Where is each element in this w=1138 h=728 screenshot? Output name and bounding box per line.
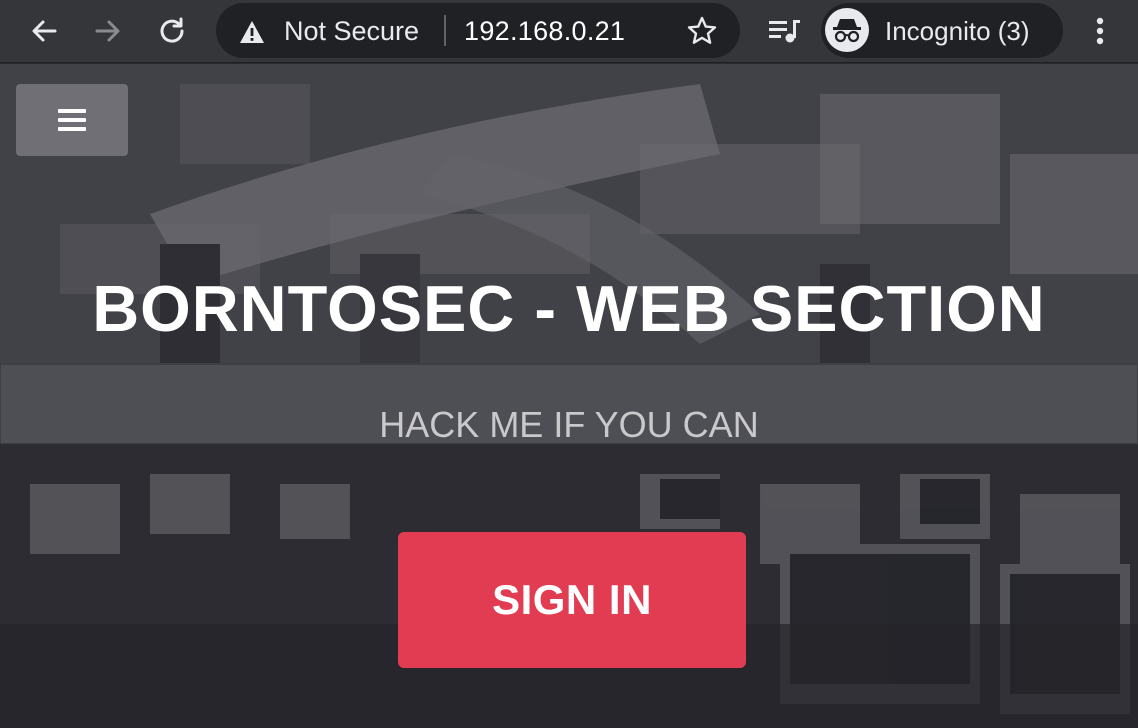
incognito-profile-button[interactable]: Incognito (3) — [821, 3, 1063, 58]
page-subtitle: HACK ME IF YOU CAN — [379, 404, 759, 445]
reload-button[interactable] — [152, 12, 192, 50]
hamburger-icon — [58, 109, 86, 131]
incognito-label: Incognito (3) — [885, 16, 1030, 46]
back-button[interactable] — [24, 12, 64, 50]
page-title: BORNTOSEC - WEB SECTION — [92, 272, 1046, 345]
omnibox-divider — [444, 15, 446, 46]
security-label[interactable]: Not Secure — [284, 15, 419, 47]
reload-icon — [160, 17, 184, 43]
page-viewport: BORNTOSEC - WEB SECTION HACK ME IF YOU C… — [0, 64, 1138, 728]
arrow-left-icon — [32, 20, 57, 42]
arrow-right-icon — [95, 20, 120, 42]
browser-toolbar: Not Secure 192.168.0.21 Incognito (3) — [0, 0, 1138, 63]
star-icon[interactable] — [686, 15, 718, 47]
incognito-icon — [825, 8, 869, 52]
address-bar[interactable]: Not Secure 192.168.0.21 — [216, 3, 740, 58]
forward-button[interactable] — [88, 12, 128, 50]
url-text[interactable]: 192.168.0.21 — [464, 15, 625, 47]
warning-triangle-icon — [240, 21, 264, 43]
media-control-button[interactable] — [762, 12, 806, 50]
hamburger-menu-button[interactable] — [16, 84, 128, 156]
browser-menu-button[interactable] — [1082, 12, 1118, 50]
kebab-menu-icon — [1096, 17, 1104, 45]
sign-in-button[interactable]: SIGN IN — [398, 532, 746, 668]
playlist-icon — [769, 20, 800, 43]
